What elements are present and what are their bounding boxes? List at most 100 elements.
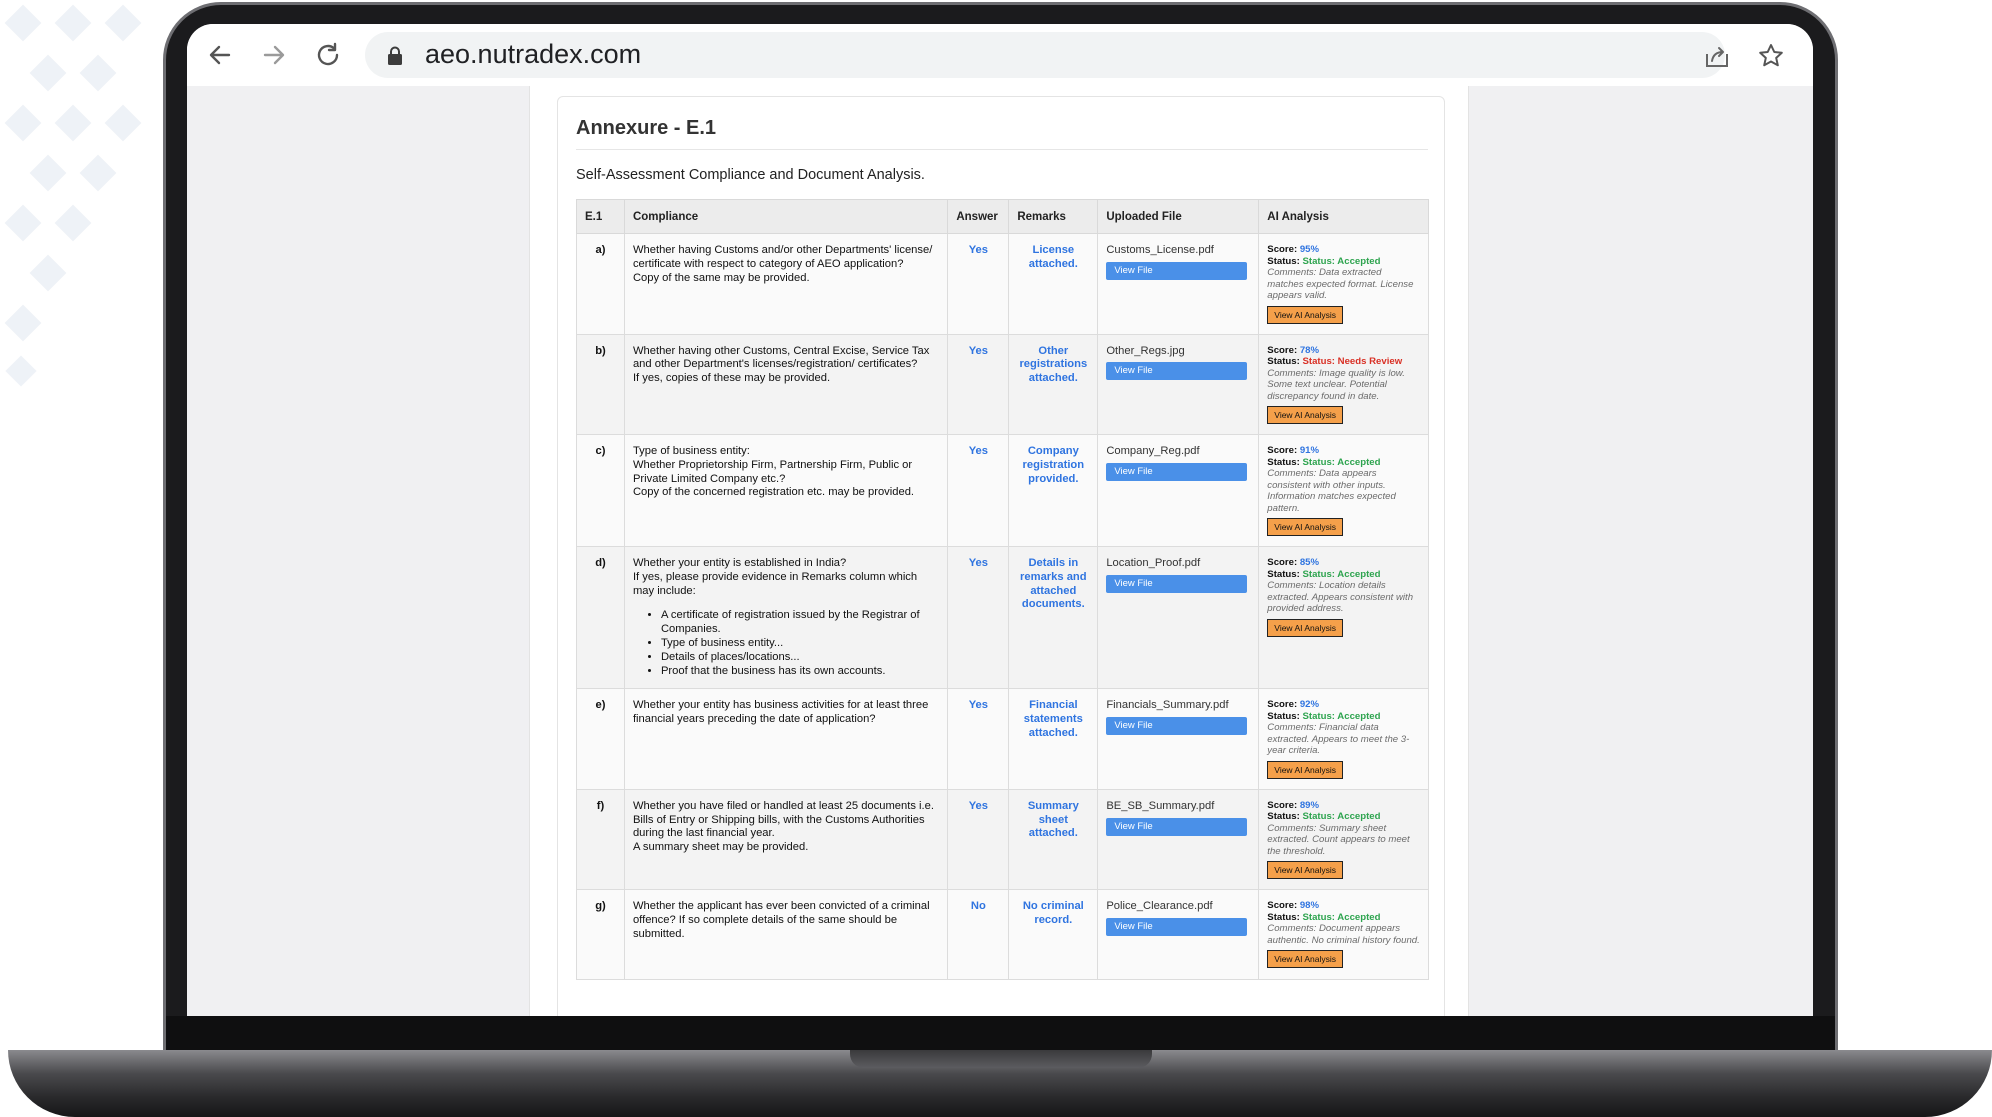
view-file-button[interactable]: View File (1106, 817, 1248, 836)
answer-cell: Yes (947, 788, 1010, 891)
table-row: c) Type of business entity: Whether Propri… (576, 434, 1429, 547)
ai-analysis-cell: Score: 89% Status: Status: Accepted Commen… (1258, 788, 1429, 891)
remarks-cell: Financial statements attached. (1008, 688, 1099, 790)
compliance-bullets: A certificate of registration issued by … (661, 608, 939, 678)
back-icon[interactable] (205, 40, 235, 70)
url-text[interactable]: aeo.nutradex.com (425, 39, 641, 70)
ai-analysis-cell: Score: 98% Status: Status: Accepted Commen… (1258, 889, 1429, 981)
table-row: g) Whether the applicant has ever been co… (576, 889, 1429, 981)
uploaded-file-cell: Other_Regs.jpg View File (1097, 333, 1260, 435)
reload-icon[interactable] (313, 40, 343, 70)
ai-analysis-cell: Score: 95% Status: Status: Accepted Commen… (1258, 233, 1429, 335)
status-label: Status: (1267, 710, 1300, 722)
compliance-line: Whether your entity has business activit… (632, 699, 929, 726)
score-label: Score: (1267, 699, 1298, 711)
uploaded-file-cell: Financials_Summary.pdf View File (1097, 688, 1260, 790)
score-value: 95% (1299, 244, 1320, 255)
table-row: d) Whether your entity is established in … (576, 545, 1429, 690)
share-icon[interactable] (1703, 42, 1731, 70)
status-badge: Status: Accepted (1302, 710, 1381, 722)
answer-cell: No (947, 889, 1010, 981)
status-label: Status: (1267, 255, 1300, 267)
uploaded-file-cell: Company_Reg.pdf View File (1097, 434, 1260, 547)
page-content: Annexure - E.1 Self-Assessment Complianc… (529, 86, 1469, 1016)
score-label: Score: (1267, 557, 1298, 568)
score-label: Score: (1267, 244, 1298, 255)
table-row: e) Whether your entity has business activ… (576, 688, 1429, 790)
answer-cell: Yes (947, 688, 1010, 790)
ai-analysis-cell: Score: 85% Status: Status: Accepted Commen… (1258, 545, 1429, 690)
remarks-cell: Other registrations attached. (1008, 333, 1099, 435)
file-name: Customs_License.pdf (1106, 244, 1214, 256)
compliance-cell: Whether you have filed or handled at lea… (623, 788, 949, 891)
row-key: d) (576, 545, 625, 690)
uploaded-file-cell: Customs_License.pdf View File (1097, 233, 1260, 335)
view-file-button[interactable]: View File (1106, 574, 1248, 593)
view-ai-analysis-button[interactable]: View AI Analysis (1267, 760, 1344, 779)
status-badge: Status: Accepted (1302, 255, 1381, 267)
answer-cell: Yes (947, 434, 1010, 547)
laptop-notch (850, 1050, 1152, 1068)
status-label: Status: (1267, 811, 1300, 823)
view-file-button[interactable]: View File (1106, 261, 1248, 280)
compliance-bullet: Details of places/locations... (661, 650, 939, 664)
laptop-screen: aeo.nutradex.com Annexure - E.1 Self-Ass… (187, 24, 1813, 1016)
view-ai-analysis-button[interactable]: View AI Analysis (1267, 618, 1344, 637)
row-key: c) (576, 434, 625, 547)
view-ai-analysis-button[interactable]: View AI Analysis (1267, 861, 1344, 880)
compliance-cell: Whether having other Customs, Central Ex… (623, 333, 949, 435)
table-body: a) Whether having Customs and/or other De… (576, 233, 1429, 981)
view-ai-analysis-button[interactable]: View AI Analysis (1267, 950, 1344, 969)
score-label: Score: (1267, 900, 1298, 912)
compliance-table: E.1 Compliance Answer Remarks Uploaded F… (576, 199, 1429, 981)
status-badge: Status: Accepted (1302, 911, 1381, 923)
status-badge: Status: Accepted (1302, 568, 1381, 580)
uploaded-file-cell: Location_Proof.pdf View File (1097, 545, 1260, 690)
compliance-bullet: Type of business entity... (661, 636, 939, 650)
status-badge: Status: Accepted (1302, 456, 1381, 468)
compliance-line: Whether having other Customs, Central Ex… (632, 344, 930, 371)
view-file-button[interactable]: View File (1106, 717, 1248, 736)
page-subtitle: Self-Assessment Compliance and Document … (576, 167, 925, 183)
score-value: 92% (1299, 699, 1320, 711)
laptop-bezel (166, 1016, 1835, 1052)
status-badge: Status: Accepted (1302, 811, 1381, 823)
row-key: g) (576, 889, 625, 981)
answer-cell: Yes (947, 233, 1010, 335)
score-value: 85% (1299, 557, 1320, 568)
row-key: f) (576, 788, 625, 891)
status-label: Status: (1267, 911, 1300, 923)
file-name: Company_Reg.pdf (1106, 445, 1200, 457)
answer-cell: Yes (947, 333, 1010, 435)
compliance-line: Type of business entity: (632, 445, 750, 457)
score-value: 89% (1299, 799, 1320, 811)
table-row: b) Whether having other Customs, Central … (576, 333, 1429, 435)
view-file-button[interactable]: View File (1106, 362, 1248, 381)
forward-icon[interactable] (259, 40, 289, 70)
page-viewport: Annexure - E.1 Self-Assessment Complianc… (187, 86, 1813, 1016)
compliance-cell: Type of business entity: Whether Propriet… (623, 434, 949, 547)
col-header-ai-analysis: AI Analysis (1258, 199, 1429, 234)
status-label: Status: (1267, 568, 1300, 580)
view-ai-analysis-button[interactable]: View AI Analysis (1267, 305, 1344, 324)
view-ai-analysis-button[interactable]: View AI Analysis (1267, 406, 1344, 424)
compliance-cell: Whether the applicant has ever been conv… (623, 889, 949, 981)
browser-toolbar: aeo.nutradex.com (187, 24, 1813, 86)
view-ai-analysis-button[interactable]: View AI Analysis (1267, 518, 1344, 536)
status-label: Status: (1267, 456, 1300, 468)
score-value: 91% (1299, 445, 1320, 456)
col-header-uploaded-file: Uploaded File (1097, 199, 1260, 234)
score-label: Score: (1267, 445, 1298, 456)
star-icon[interactable] (1757, 42, 1785, 70)
compliance-bullet: Proof that the business has its own acco… (661, 664, 939, 678)
table-header-row: E.1 Compliance Answer Remarks Uploaded F… (576, 199, 1429, 234)
view-file-button[interactable]: View File (1106, 918, 1248, 937)
table-row: a) Whether having Customs and/or other De… (576, 233, 1429, 335)
status-label: Status: (1267, 356, 1300, 367)
row-key: b) (576, 333, 625, 435)
view-file-button[interactable]: View File (1106, 462, 1248, 481)
compliance-cell: Whether your entity is established in In… (623, 545, 949, 690)
title-divider (576, 149, 1428, 150)
compliance-cell: Whether having Customs and/or other Depa… (623, 233, 949, 335)
compliance-line: A summary sheet may be provided. (632, 841, 809, 854)
